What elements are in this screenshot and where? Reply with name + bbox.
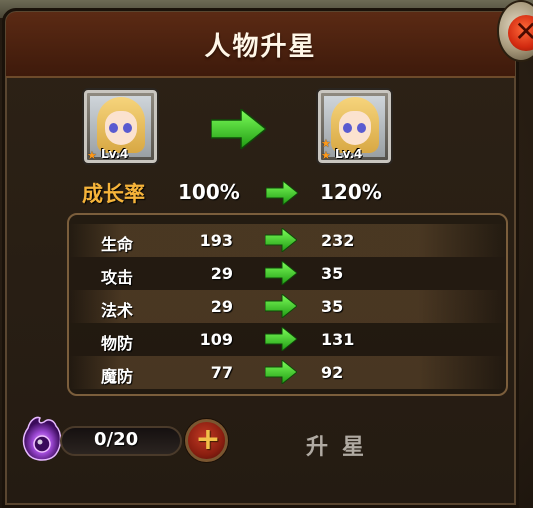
stat-name: 生命	[101, 235, 134, 254]
stat-value-before: 193	[199, 231, 233, 250]
plus-icon: +	[195, 422, 221, 457]
stat-name: 攻击	[101, 268, 134, 287]
arrow-right-icon	[265, 228, 297, 252]
stat-row-attack: 攻击 29 35	[69, 257, 506, 290]
stat-value-before: 77	[210, 363, 233, 382]
soul-orb-icon	[22, 416, 62, 461]
arrow-right-icon	[266, 181, 298, 205]
hero-level-before: Lv.4	[101, 147, 129, 161]
stat-value-before: 109	[199, 330, 233, 349]
arrow-right-icon	[265, 360, 297, 384]
arrow-right-icon	[265, 327, 297, 351]
growth-rate-before: 100%	[178, 180, 240, 204]
hero-eye	[123, 123, 132, 133]
stat-value-after: 92	[321, 363, 344, 382]
stat-value-after: 131	[321, 330, 355, 349]
stat-name: 法术	[101, 301, 134, 320]
stat-value-after: 35	[321, 264, 344, 283]
arrow-right-icon	[265, 261, 297, 285]
stat-row-magic-defense: 魔防 77 92	[69, 356, 506, 389]
upgrade-arrow-icon	[211, 109, 266, 149]
growth-rate-after: 120%	[320, 180, 382, 204]
material-count: 0/20	[94, 429, 139, 450]
stat-value-before: 29	[210, 297, 233, 316]
stat-value-before: 29	[210, 264, 233, 283]
hero-eye	[109, 123, 118, 133]
stat-name: 物防	[101, 334, 134, 353]
hero-portrait-after: ★ ★ Lv.4	[318, 90, 391, 163]
panel-title: 人物升星	[204, 32, 317, 62]
hero-portrait-before: ★ Lv.4	[84, 90, 157, 163]
stat-row-hp: 生命 193 232	[69, 224, 506, 257]
star-icon: ★	[321, 149, 331, 162]
star-icon: ★	[87, 149, 97, 162]
stat-value-after: 232	[321, 231, 355, 250]
stat-value-after: 35	[321, 297, 344, 316]
growth-rate-label: 成长率	[82, 182, 145, 206]
star-up-button[interactable]: 升星	[306, 429, 378, 461]
arrow-right-icon	[265, 294, 297, 318]
stat-row-physical-defense: 物防 109 131	[69, 323, 506, 356]
close-icon: ✕	[508, 15, 533, 51]
add-material-button[interactable]: +	[185, 419, 228, 462]
hero-eye	[343, 123, 352, 133]
hero-level-after: Lv.4	[335, 147, 363, 161]
hero-eye	[357, 123, 366, 133]
stat-name: 魔防	[101, 367, 134, 386]
stat-row-magic: 法术 29 35	[69, 290, 506, 323]
